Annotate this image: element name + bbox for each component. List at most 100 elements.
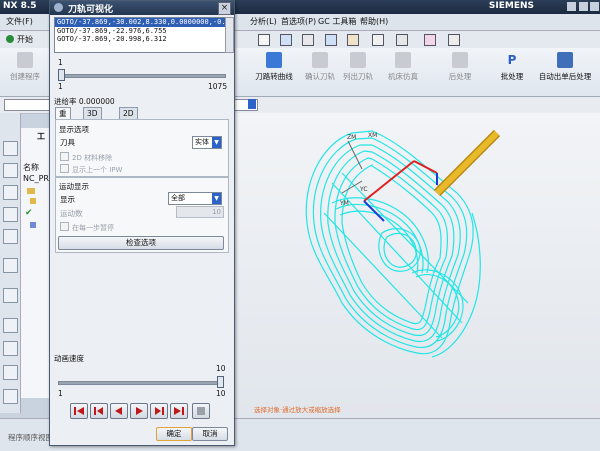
check-options-button[interactable]: 检查选项	[58, 236, 224, 250]
machine-simulation-button[interactable]: 机床仿真	[383, 52, 423, 82]
batch-process-button[interactable]: P 批处理	[494, 52, 530, 82]
go-to-start-button[interactable]	[70, 403, 88, 419]
list-toolpath-button[interactable]: 列出刀轨	[340, 52, 376, 82]
move-icon[interactable]	[448, 34, 460, 46]
auto-sheet-icon	[557, 52, 573, 68]
menu-gc-toolbox[interactable]: GC 工具箱	[318, 16, 356, 27]
show-previous-ipw-checkbox[interactable]: 显示上一个 IPW	[60, 164, 122, 175]
close-window-icon[interactable]	[590, 2, 599, 11]
list-item[interactable]: GOTO/-37.869,-30.002,8.330,0.0000000,-0.…	[55, 18, 227, 27]
step-slider-min: 1	[58, 82, 63, 91]
layout-icon[interactable]	[258, 34, 270, 46]
list-scrollbar[interactable]	[225, 17, 234, 53]
feedrate-label: 进给率 0.000000	[54, 97, 115, 106]
display-options-title: 显示选项	[59, 125, 89, 134]
history-icon[interactable]	[3, 258, 18, 273]
go-to-end-button[interactable]	[170, 403, 188, 419]
tab-2d-dynamic[interactable]: 2D 动态	[119, 107, 138, 140]
system-material-icon[interactable]	[3, 365, 18, 380]
verify-toolpath-button[interactable]: 确认刀轨	[302, 52, 338, 82]
menu-file[interactable]: 文件(F)	[6, 16, 33, 27]
animation-speed-track[interactable]	[58, 381, 222, 385]
step-forward-button[interactable]	[150, 403, 168, 419]
toolpath-drawing: ZM XM YC YM	[305, 129, 501, 358]
animation-speed-thumb[interactable]	[217, 376, 224, 388]
display-label: 显示	[60, 195, 75, 204]
ok-button[interactable]: 确定	[156, 427, 192, 441]
list-item[interactable]: GOTO/-37.869,-20.998,6.312	[55, 35, 227, 44]
machine-simulation-icon	[395, 52, 411, 68]
step-slider-track[interactable]	[58, 74, 226, 78]
toolpath-curves	[305, 130, 481, 358]
render-icon[interactable]	[325, 34, 337, 46]
2d-material-removal-checkbox[interactable]: 2D 材料移除	[60, 152, 112, 163]
postprocess-button[interactable]: 后处理	[440, 52, 480, 82]
skip-back-icon	[74, 407, 84, 415]
toolpath-to-curve-icon	[266, 52, 282, 68]
animation-speed-min: 1	[58, 389, 63, 398]
role-icon[interactable]	[3, 341, 18, 356]
operation-navigator-icon[interactable]	[3, 185, 18, 200]
motion-count-field[interactable]: 10	[176, 206, 224, 218]
selection-filter-icon[interactable]	[396, 34, 408, 46]
view-icon[interactable]	[302, 34, 314, 46]
process-studio-icon[interactable]	[3, 389, 18, 404]
pause-each-step-checkbox[interactable]: 在每一步暂停	[60, 222, 114, 233]
cancel-button[interactable]: 取消	[192, 427, 228, 441]
folder-icon	[27, 188, 35, 194]
motion-display-group: 运动显示 显示 全部 ▼ 运动数 10 在每一步暂停 检查选项	[55, 177, 229, 253]
assembly-navigator-icon[interactable]	[3, 141, 18, 156]
reuse-library-icon[interactable]	[3, 229, 18, 244]
motion-count-label: 运动数	[60, 209, 83, 218]
chevron-down-icon: ▼	[212, 137, 221, 148]
maximize-icon[interactable]	[579, 2, 588, 11]
play-forward-button[interactable]	[130, 403, 148, 419]
batch-p-icon: P	[507, 53, 517, 67]
animation-speed-max: 10	[216, 389, 226, 398]
motion-display-select[interactable]: 全部 ▼	[168, 192, 222, 205]
minimize-icon[interactable]	[567, 2, 576, 11]
machine-navigator-icon[interactable]	[3, 207, 18, 222]
create-program-button[interactable]: 创建程序	[2, 52, 48, 82]
graphics-viewport[interactable]: ZM XM YC YM	[232, 113, 600, 418]
web-browser-icon[interactable]	[3, 288, 18, 303]
toolpath-to-curve-button[interactable]: 刀路转曲线	[250, 52, 298, 82]
app-version: NX 8.5	[3, 1, 37, 11]
auto-sheet-postprocess-button[interactable]: 自动出单后处理	[532, 52, 598, 82]
type-filter-combo[interactable]	[4, 99, 50, 111]
dialog-title: 刀轨可视化	[68, 5, 114, 15]
chevron-down-icon[interactable]	[248, 99, 256, 109]
gear-icon[interactable]	[54, 3, 63, 12]
step-slider-thumb[interactable]	[58, 69, 65, 81]
stop-button[interactable]	[192, 403, 210, 419]
menu-analysis[interactable]: 分析(L)	[250, 16, 277, 27]
siemens-logo: SIEMENS	[488, 1, 534, 11]
close-icon[interactable]: ×	[218, 2, 231, 15]
section-icon[interactable]	[347, 34, 359, 46]
skip-forward-icon	[174, 407, 184, 415]
goto-list[interactable]: GOTO/-37.869,-30.002,8.330,0.0000000,-0.…	[54, 17, 228, 53]
tab-3d-dynamic[interactable]: 3D 动态	[83, 107, 102, 140]
dialog-title-bar[interactable]: 刀轨可视化 ×	[50, 1, 234, 15]
tool-holder-shape	[433, 129, 501, 197]
play-backward-button[interactable]	[110, 403, 128, 419]
display-icon[interactable]	[280, 34, 292, 46]
tool-display-select[interactable]: 实体 ▼	[192, 136, 222, 149]
column-header-name: 名称	[23, 163, 39, 172]
palette-icon[interactable]	[3, 318, 18, 333]
menu-preferences[interactable]: 首选项(P)	[281, 16, 316, 27]
axis-label-xm: XM	[368, 132, 377, 139]
play-back-icon	[115, 407, 122, 415]
animation-speed-title: 动画速度	[54, 354, 84, 363]
step-back-icon	[94, 407, 103, 415]
part-navigator-icon[interactable]	[3, 163, 18, 178]
verify-toolpath-icon	[312, 52, 328, 68]
menu-help[interactable]: 帮助(H)	[360, 16, 388, 27]
start-button[interactable]: 开始	[17, 34, 33, 45]
pointer-icon[interactable]	[424, 34, 436, 46]
start-icon	[6, 35, 14, 43]
list-item[interactable]: GOTO/-37.869,-22.976,6.755	[55, 27, 227, 36]
toolpath-visualization-dialog: 刀轨可视化 × GOTO/-37.869,-30.002,8.330,0.000…	[49, 0, 235, 446]
snap-icon[interactable]	[372, 34, 384, 46]
step-back-button[interactable]	[90, 403, 108, 419]
